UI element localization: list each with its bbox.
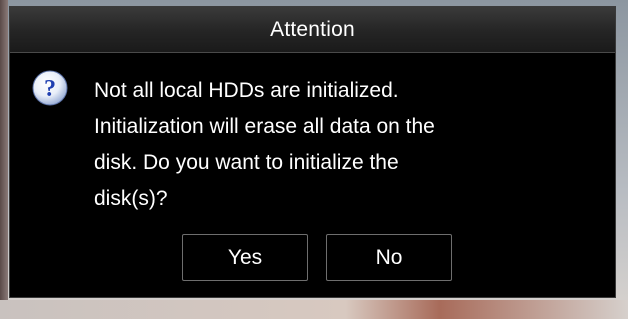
yes-button[interactable]: Yes [182,234,308,281]
message-line: Initialization will erase all data on th… [94,115,435,138]
svg-text:?: ? [44,76,56,102]
dialog-title: Attention [270,17,355,41]
question-icon: ? [31,69,69,107]
attention-dialog: Attention ? Not all local HDDs are initi… [9,6,616,298]
message-line: disk(s)? [94,187,168,210]
message-line: disk. Do you want to initialize the [94,151,399,174]
background-edge-left [0,0,8,319]
dialog-title-bar[interactable]: Attention [10,7,615,53]
message-line: Not all local HDDs are initialized. [94,79,399,102]
background-edge-bottom [0,300,628,319]
dialog-message: Not all local HDDs are initialized. Init… [94,73,594,217]
no-button[interactable]: No [326,234,452,281]
